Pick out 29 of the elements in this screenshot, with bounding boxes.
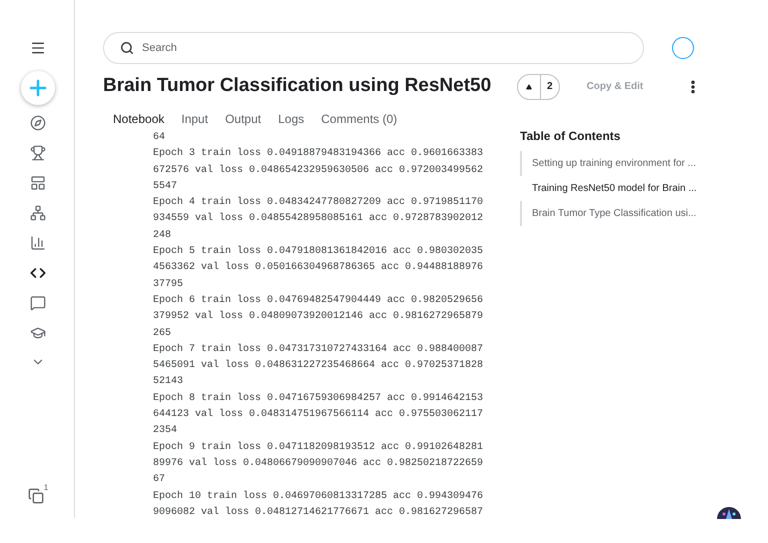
tab[interactable]: Logs — [278, 110, 304, 128]
network-icon[interactable] — [30, 205, 46, 221]
menu-icon[interactable] — [30, 40, 46, 56]
tab[interactable]: Comments (0) — [321, 110, 398, 128]
toc-link[interactable]: Training ResNet50 model for Brain ... — [520, 176, 710, 201]
assistant-logo — [717, 505, 741, 519]
copy-icon[interactable] — [28, 488, 44, 504]
search-field[interactable]: Search — [103, 32, 644, 64]
compass-icon[interactable] — [30, 115, 46, 131]
count-label: 1 — [44, 484, 48, 492]
tab[interactable]: Notebook — [113, 110, 164, 128]
notebook-title: Brain Tumor Classification using ResNet50 — [103, 74, 492, 98]
upvote-button[interactable]: 2 — [517, 74, 560, 100]
tab[interactable]: Input — [181, 110, 208, 128]
trophy-icon[interactable] — [30, 145, 46, 161]
tab[interactable]: Output — [225, 110, 262, 128]
upvote-count: 2 — [540, 74, 559, 98]
output-log: 64 Epoch 3 train loss 0.04918879483194366 acc 0.9601663383 672576 val loss 0.048654232959630506 acc 0.972003499562 5547 Epoch 4 train loss 0.04834247780827209 acc 0.9719851170 934559 val loss 0.04855428958085161 acc 0.9728783902012 248 Epoch 5 train loss 0.047918081361842016 acc 0.980302035 4563362 val loss 0.050166304968786365 acc 0.94488188976 37795 Epoch 6 train loss 0.04769482547904449 acc 0.9820529656 379952 val loss 0.04809073920012146 acc 0.9816272965879 265 Epoch 7 train loss 0.047317310727433164 acc 0.988400087 5465091 val loss 0.048631227235468664 acc 0.97025371828 52143 Epoch 8 train loss 0.04716759306984257 acc 0.9914642153 644123 val loss 0.048314751967566114 acc 0.975503062117 2354 Epoch 9 train loss 0.0471182098193512 acc 0.99102648281 89976 val loss 0.04806679090907046 acc 0.98250218722659 67 Epoch 10 train loss 0.04697060813317285 acc 0.994309476 9096082 val loss 0.04812714621776671 acc 0.981627296587 — [152, 131, 484, 520]
upvote-icon[interactable] — [526, 84, 532, 90]
search-icon — [120, 41, 134, 55]
code-icon[interactable] — [30, 265, 46, 281]
toc-link[interactable]: Setting up training environment for ... — [520, 151, 710, 176]
comment-icon[interactable] — [30, 295, 46, 311]
avatar-ring[interactable] — [672, 37, 694, 59]
toc-title: Table of Contents — [520, 128, 622, 145]
toc-link[interactable]: Brain Tumor Type Classification usi... — [520, 201, 710, 226]
table-icon[interactable] — [30, 175, 46, 191]
graduation-cap-icon[interactable] — [30, 325, 46, 341]
bar-chart-icon[interactable] — [30, 235, 46, 251]
